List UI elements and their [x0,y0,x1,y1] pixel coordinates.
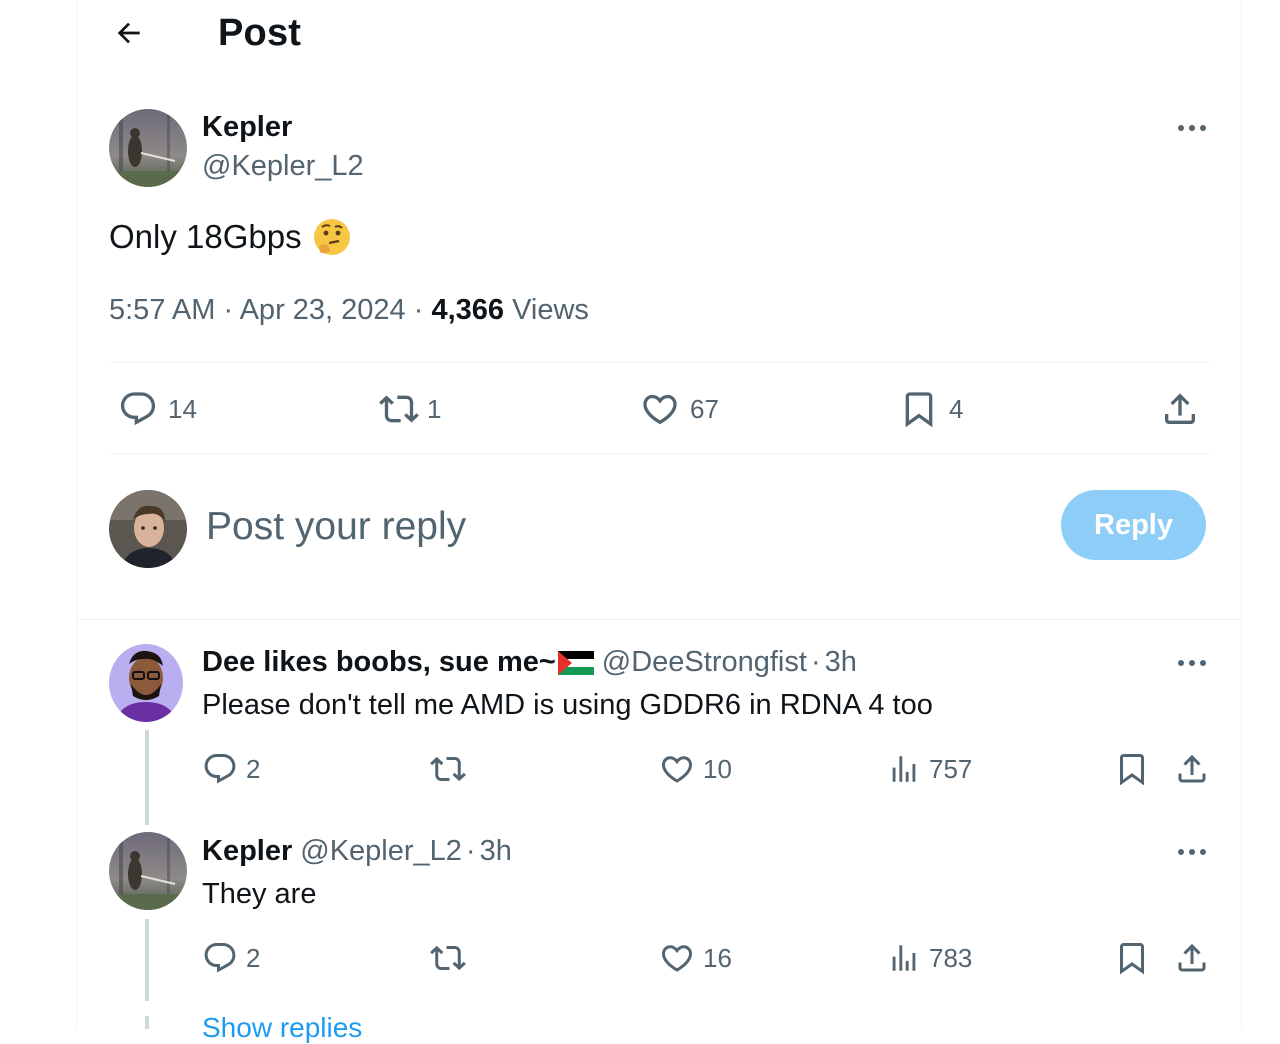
bookmark-icon [1114,940,1150,976]
heart-icon [659,940,695,976]
divider [109,362,1210,363]
heart-icon [659,751,695,787]
thinking-face-emoji [312,217,352,257]
reply-text: They are [202,878,317,910]
time-separator: · [465,835,476,867]
bookmark-count: 4 [949,393,964,424]
author-avatar[interactable] [109,109,187,187]
divider [77,619,1241,620]
more-options-icon[interactable] [1172,118,1212,138]
reply-icon [202,940,238,976]
show-replies-link[interactable]: Show replies [202,1012,362,1044]
post-meta: 5:57 AM · Apr 23, 2024 · 4,366 Views [109,294,589,327]
share-icon [1174,940,1210,976]
reply-count: 2 [246,942,261,973]
reply-button[interactable]: Reply [1061,490,1206,560]
divider [109,453,1210,454]
post-date[interactable]: Apr 23, 2024 [240,294,406,326]
meta-separator: · [223,294,240,326]
reply-count: 14 [168,393,197,424]
more-options-icon[interactable] [1172,653,1212,673]
analytics-icon [887,751,921,787]
reply-author-handle[interactable]: @Kepler_L2 [300,835,462,868]
views-count: 783 [929,942,973,973]
meta-separator: · [413,294,432,326]
share-icon [1174,751,1210,787]
back-arrow-icon[interactable] [112,16,146,50]
reply-author-handle[interactable]: @DeeStrongfist [602,646,807,679]
repost-action[interactable]: 1 [377,389,441,429]
thread-line [145,919,149,1001]
author-name[interactable]: Kepler [202,111,292,144]
reply-count: 2 [246,753,261,784]
author-handle[interactable]: @Kepler_L2 [202,150,364,183]
like-action[interactable]: 10 [659,751,732,787]
time-separator: · [810,646,821,678]
repost-icon [377,389,421,429]
views-count: 4,366 [431,294,505,326]
more-options-icon[interactable] [1172,842,1212,862]
like-action[interactable]: 16 [659,940,732,976]
post-time[interactable]: 5:57 AM [109,294,215,326]
current-user-avatar[interactable] [109,490,187,568]
reply-input[interactable]: Post your reply [206,505,466,549]
reply-header: Kepler @Kepler_L2 · 3h [202,835,512,868]
like-count: 16 [703,942,732,973]
bookmark-action[interactable] [1114,751,1150,787]
reply-author-avatar[interactable] [109,832,187,910]
thread-line-dotted [145,1016,149,1029]
views-action[interactable]: 757 [887,751,972,787]
reply-action[interactable]: 14 [118,389,197,429]
heart-icon [640,389,680,429]
post-text: Only 18Gbps [109,217,352,257]
repost-count: 1 [427,393,442,424]
analytics-icon [887,940,921,976]
palestine-flag-icon [557,650,594,675]
page-title: Post [218,12,302,54]
views-count: 757 [929,753,973,784]
bookmark-icon [899,389,939,429]
views-label: Views [512,294,589,326]
reply-author-name[interactable]: Kepler [202,835,292,868]
reply-time[interactable]: 3h [480,835,512,868]
reply-action[interactable]: 2 [202,940,260,976]
bookmark-icon [1114,751,1150,787]
reply-action[interactable]: 2 [202,751,260,787]
share-action[interactable] [1174,751,1210,787]
share-icon [1160,389,1200,429]
reply-icon [202,751,238,787]
repost-action[interactable] [428,751,478,787]
reply-author-avatar[interactable] [109,644,183,722]
repost-icon [428,940,468,976]
thread-line [145,730,149,825]
views-action[interactable]: 783 [887,940,972,976]
reply-author-name[interactable]: Dee likes boobs, sue me~ [202,646,556,679]
like-count: 10 [703,753,732,784]
share-action[interactable] [1160,389,1200,429]
reply-icon [118,389,158,429]
repost-action[interactable] [428,940,478,976]
share-action[interactable] [1174,940,1210,976]
reply-header: Dee likes boobs, sue me~ @DeeStrongfist … [202,646,857,679]
bookmark-action[interactable]: 4 [899,389,963,429]
reply-time[interactable]: 3h [825,646,857,679]
bookmark-action[interactable] [1114,940,1150,976]
like-action[interactable]: 67 [640,389,719,429]
post-text-content: Only 18Gbps [109,218,302,255]
reply-text: Please don't tell me AMD is using GDDR6 … [202,689,933,721]
repost-icon [428,751,468,787]
like-count: 67 [690,393,719,424]
